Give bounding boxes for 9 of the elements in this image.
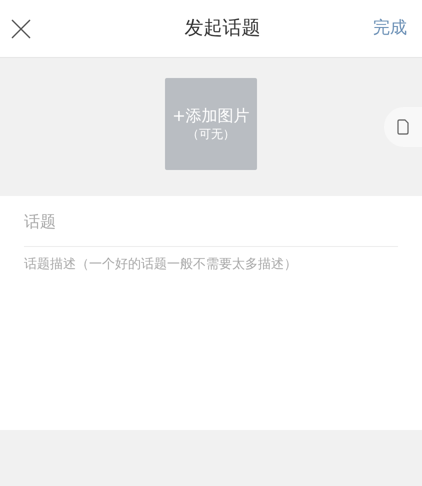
topic-description-field[interactable]: 话题描述（一个好的话题一般不需要太多描述） xyxy=(0,247,422,430)
topic-title-field[interactable]: 话题 xyxy=(0,196,422,246)
close-button[interactable] xyxy=(10,18,32,40)
close-icon xyxy=(11,18,31,38)
document-icon xyxy=(397,119,409,135)
page-title: 发起话题 xyxy=(184,16,260,42)
draft-button[interactable] xyxy=(384,107,422,147)
add-image-button[interactable]: +添加图片 （可无） xyxy=(165,78,257,170)
done-button[interactable]: 完成 xyxy=(373,16,412,42)
